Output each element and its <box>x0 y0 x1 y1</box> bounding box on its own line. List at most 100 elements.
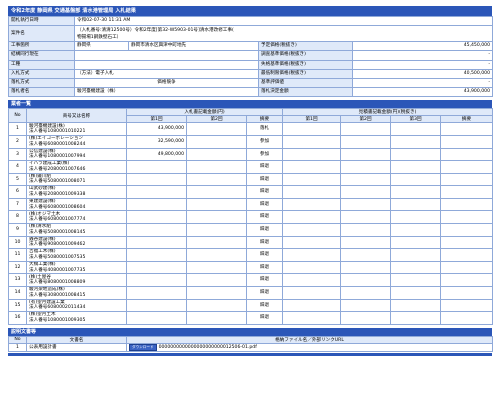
bid-round2 <box>186 248 247 262</box>
bidder-corp-number: 法人番号1080001010221 <box>29 129 86 135</box>
comp-round1 <box>282 147 342 162</box>
bidders-rows: 1 駿河臺機建設(株) 法人番号1080001010221 43,900,000 落札 2… <box>8 122 494 325</box>
docs-col-name: 文書名 <box>26 335 127 344</box>
doc-file-cell: ダウンロード 0000000000000000000000012506-01.pd… <box>126 342 493 352</box>
bidder-name-cell: 駿河臺機建設(株) 法人番号1080001010221 <box>26 122 127 136</box>
comp-round1 <box>282 185 342 199</box>
bid-remark: 参加 <box>245 147 284 162</box>
bid-round1 <box>126 298 187 313</box>
winner-label: 落札者名 <box>8 87 75 98</box>
bid-remark: 辞退 <box>245 248 284 262</box>
comp-round1 <box>282 286 342 300</box>
comp-remark <box>440 248 494 262</box>
bid-remark: 辞退 <box>245 197 284 212</box>
comp-round1 <box>282 311 342 325</box>
doc-file-link[interactable]: 0000000000000000000000012506-01.pdf <box>159 345 257 350</box>
bidder-no: 16 <box>8 311 27 325</box>
table-row: 14 駿河梁地造成(株) 法人番号3080001008415 辞退 <box>8 286 494 300</box>
col-comp-round1: 第1回 <box>282 115 342 124</box>
bid-round2 <box>186 235 247 250</box>
comp-round3 <box>390 134 442 149</box>
method-value: （方法）電子入札 <box>74 68 259 79</box>
bid-round2 <box>186 273 247 288</box>
table-row: 4 イハラ建成工業(株) 法人番号2080001007646 辞退 <box>8 160 494 174</box>
award-amount-label: 落札決定金額 <box>258 87 353 98</box>
comp-round3 <box>390 298 442 313</box>
bid-remark: 辞退 <box>245 172 284 187</box>
comp-round2 <box>340 122 392 136</box>
comp-round3 <box>390 311 442 325</box>
bid-round1 <box>126 273 187 288</box>
col-bid-amount: 入札書記載金額(円) <box>125 108 284 117</box>
bidder-name-cell: (株)鐵川組 法人番号5080001008071 <box>26 172 127 187</box>
bidder-name-cell: 駿河梁地造成(株) 法人番号3080001008415 <box>26 286 127 300</box>
comp-round3 <box>390 286 442 300</box>
docs-col-file: 格納ファイル名／外部リンクURL <box>126 335 493 344</box>
case-value: （入札番号:清清12500号）令和2年度[第32-W5903-01号]清水港改修… <box>74 25 493 43</box>
comp-round1 <box>282 273 342 288</box>
col-bid-round2: 第2回 <box>186 115 247 124</box>
col-comp-round2: 第2回 <box>340 115 392 124</box>
bid-round2 <box>186 147 247 162</box>
bidder-corp-number: 法人番号1080001007994 <box>29 154 86 160</box>
comp-round3 <box>390 185 442 199</box>
comp-round2 <box>340 273 392 288</box>
bidder-name-cell: イハラ建成工業(株) 法人番号2080001007646 <box>26 160 127 174</box>
col-comp-remarks: 摘要 <box>440 115 494 124</box>
bid-remark: 辞退 <box>245 223 284 237</box>
table-row: 13 (株)土屋谷 法人番号8080001008809 辞退 <box>8 273 494 288</box>
bidder-no: 6 <box>8 185 27 199</box>
bidder-no: 5 <box>8 172 27 187</box>
bid-round1 <box>126 248 187 262</box>
comp-remark <box>440 273 494 288</box>
bid-remark: 辞退 <box>245 311 284 325</box>
bid-round2 <box>186 134 247 149</box>
table-row: 8 (株)オジマ土木 法人番号6080001007774 辞退 <box>8 210 494 225</box>
disqualify-price-label: 失格基準価格(税抜き) <box>258 59 353 70</box>
eval-value-value: - <box>352 77 493 89</box>
comp-round3 <box>390 273 442 288</box>
comp-remark <box>440 122 494 136</box>
survey-price-value: - <box>352 50 493 61</box>
bid-round1 <box>126 197 187 212</box>
download-button[interactable]: ダウンロード <box>129 344 157 351</box>
doc-name: 公表用設計書 <box>26 342 127 352</box>
docs-table: No 文書名 格納ファイル名／外部リンクURL 1 公表用設計書 ダウンロード 0… <box>8 335 493 352</box>
table-row: 5 (株)鐵川組 法人番号5080001008071 辞退 <box>8 172 494 187</box>
award-label: 落札方式 <box>8 77 75 89</box>
bidder-corp-number: 法人番号6080001007774 <box>29 217 86 223</box>
bidder-corp-number: 法人番号9080001009462 <box>29 242 86 248</box>
bidder-no: 11 <box>8 248 27 262</box>
bidder-corp-number: 法人番号6080001008244 <box>29 141 86 147</box>
comp-remark <box>440 298 494 313</box>
bid-round2 <box>186 197 247 212</box>
case-value-line2: 物揚場1鋼鉄壁石工） <box>77 34 122 40</box>
bid-round1 <box>126 160 187 174</box>
comp-round2 <box>340 172 392 187</box>
comp-remark <box>440 160 494 174</box>
col-competitive: 見積書記載金額(円)(税抜き) <box>282 108 494 117</box>
comp-remark <box>440 197 494 212</box>
bidder-name-cell: 吉福工木(株) 法人番号5080001007535 <box>26 248 127 262</box>
comp-round1 <box>282 235 342 250</box>
bid-round1 <box>126 210 187 225</box>
bidder-name-cell: (株)オジマ土木 法人番号6080001007774 <box>26 210 127 225</box>
comp-round2 <box>340 160 392 174</box>
bidder-no: 9 <box>8 223 27 237</box>
case-value-line1: （入札番号:清清12500号）令和2年度[第32-W5903-01号]清水港改修… <box>77 27 234 33</box>
comp-remark <box>440 134 494 149</box>
col-remarks: 摘要 <box>245 115 284 124</box>
bidder-name-cell: 大橋工業(株) 法人番号4080001007735 <box>26 260 127 275</box>
award-amount-value: 43,900,000 <box>352 87 493 98</box>
comp-round2 <box>340 235 392 250</box>
bidder-no: 2 <box>8 134 27 149</box>
comp-round3 <box>390 260 442 275</box>
exec-date-label: 開札執行日時 <box>8 15 75 27</box>
site-value-location: 静岡市清水区興津中町地先 <box>128 41 259 52</box>
bidders-table: No 商号又は名称 入札書記載金額(円) 見積書記載金額(円)(税抜き) 第1回… <box>8 108 494 325</box>
bidder-corp-number: 法人番号1080001009305 <box>29 318 86 324</box>
bid-round1 <box>126 223 187 237</box>
bid-remark: 参加 <box>245 134 284 149</box>
table-row: 1 駿河臺機建設(株) 法人番号1080001010221 43,900,000 落札 <box>8 122 494 136</box>
survey-price-label: 調査基準価格(税抜き) <box>258 50 353 61</box>
